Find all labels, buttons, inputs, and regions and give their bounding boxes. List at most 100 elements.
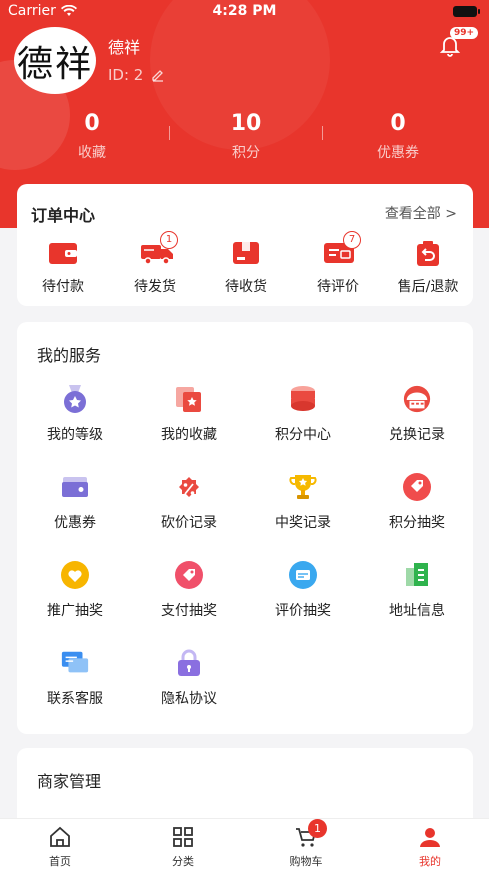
- service-address-info[interactable]: 地址信息: [360, 560, 474, 620]
- order-after-sales[interactable]: 售后/退款: [383, 240, 473, 296]
- service-label: 评价抽奖: [275, 603, 331, 619]
- heart-icon: [60, 560, 90, 590]
- service-customer-support[interactable]: 联系客服: [18, 648, 132, 708]
- service-my-level[interactable]: 我的等级: [18, 384, 132, 444]
- view-all-orders-link[interactable]: 查看全部 >: [385, 203, 457, 223]
- status-bar: Carrier 4:28 PM: [0, 0, 489, 24]
- user-id-row: ID: 2: [108, 66, 165, 84]
- notification-badge: 99+: [450, 27, 479, 39]
- battery-icon: [453, 6, 480, 17]
- service-label: 砍价记录: [161, 515, 217, 531]
- chat-icon: [60, 648, 90, 678]
- tab-home[interactable]: 首页: [20, 825, 100, 869]
- coins-icon: [288, 384, 318, 414]
- service-prize-records[interactable]: 中奖记录: [246, 472, 360, 532]
- service-points-center[interactable]: 积分中心: [246, 384, 360, 444]
- cart-icon: 1: [294, 819, 327, 849]
- notification-button[interactable]: 99+: [438, 27, 479, 59]
- service-label: 地址信息: [389, 603, 445, 619]
- service-label: 积分中心: [275, 427, 331, 443]
- tab-bar: 首页 分类 1 购物车 我的: [0, 818, 489, 875]
- order-label: 待收货: [225, 279, 267, 295]
- stat-label: 积分: [232, 145, 260, 161]
- divider: [169, 126, 170, 140]
- order-label: 待付款: [42, 279, 84, 295]
- my-services-title: 我的服务: [37, 346, 102, 365]
- service-review-lottery[interactable]: 评价抽奖: [246, 560, 360, 620]
- service-exchange-records[interactable]: 兑换记录: [360, 384, 474, 444]
- tab-cart[interactable]: 1 购物车: [266, 819, 346, 869]
- points-lottery-icon: [402, 472, 432, 502]
- service-label: 隐私协议: [161, 691, 217, 707]
- order-label: 售后/退款: [397, 279, 459, 295]
- username: 德祥: [108, 38, 141, 57]
- home-icon: [48, 825, 72, 849]
- order-count-badge: 7: [343, 231, 361, 249]
- lock-icon: [174, 648, 204, 678]
- service-my-favorites[interactable]: 我的收藏: [132, 384, 246, 444]
- order-label: 待发货: [134, 279, 176, 295]
- stat-label: 优惠券: [377, 145, 419, 161]
- tab-label: 购物车: [289, 855, 323, 868]
- favorite-icon: [174, 384, 204, 414]
- stats-row: 0 收藏 10 积分 0 优惠券: [0, 110, 489, 170]
- order-pending-payment[interactable]: 待付款: [18, 240, 108, 296]
- service-label: 支付抽奖: [161, 603, 217, 619]
- coupon-icon: [60, 472, 90, 502]
- cart-badge: 1: [308, 819, 327, 838]
- order-count-badge: 1: [160, 231, 178, 249]
- service-label: 积分抽奖: [389, 515, 445, 531]
- tag-icon: [174, 560, 204, 590]
- order-pending-receipt[interactable]: 待收货: [201, 240, 291, 296]
- order-center-title: 订单中心: [31, 206, 96, 225]
- my-services-card: 我的服务 我的等级 我的收藏 积分中心 兑换记录 优惠券 砍价记录 中奖记录 积…: [17, 322, 473, 734]
- medal-icon: [60, 384, 90, 414]
- service-promotion-lottery[interactable]: 推广抽奖: [18, 560, 132, 620]
- service-coupons[interactable]: 优惠券: [18, 472, 132, 532]
- status-time: 4:28 PM: [212, 3, 277, 19]
- tab-label: 分类: [172, 855, 194, 868]
- order-pending-shipment[interactable]: 1 待发货: [110, 231, 200, 296]
- discount-icon: [174, 472, 204, 502]
- package-icon: [231, 240, 261, 266]
- service-privacy-policy[interactable]: 隐私协议: [132, 648, 246, 708]
- order-pending-review[interactable]: 7 待评价: [293, 231, 383, 296]
- stat-coupons[interactable]: 0 优惠券: [318, 110, 478, 162]
- service-bargain-records[interactable]: 砍价记录: [132, 472, 246, 532]
- truck-icon: 1: [140, 231, 178, 266]
- service-label: 兑换记录: [389, 427, 445, 443]
- service-payment-lottery[interactable]: 支付抽奖: [132, 560, 246, 620]
- stat-label: 收藏: [78, 145, 106, 161]
- wallet-icon: [48, 240, 78, 266]
- service-points-lottery[interactable]: 积分抽奖: [360, 472, 474, 532]
- stat-value: 0: [84, 111, 100, 136]
- service-label: 优惠券: [54, 515, 96, 531]
- tab-label: 首页: [49, 855, 71, 868]
- stat-value: 0: [390, 111, 406, 136]
- order-center-card: 订单中心 查看全部 > 待付款 1 待发货 待收货 7 待评价 售后/退款: [17, 184, 473, 306]
- avatar[interactable]: 德祥: [14, 27, 96, 94]
- stat-favorites[interactable]: 0 收藏: [12, 110, 172, 162]
- user-icon: [418, 825, 442, 849]
- address-icon: [402, 560, 432, 590]
- service-label: 推广抽奖: [47, 603, 103, 619]
- tab-mine[interactable]: 我的: [390, 825, 470, 869]
- stat-value: 10: [230, 111, 262, 136]
- grid-icon: [171, 825, 195, 849]
- stat-points[interactable]: 10 积分: [166, 110, 326, 162]
- divider: [322, 126, 323, 140]
- card-icon: [288, 560, 318, 590]
- order-label: 待评价: [317, 279, 359, 295]
- edit-icon[interactable]: [151, 68, 165, 82]
- tab-category[interactable]: 分类: [143, 825, 223, 869]
- merchant-management-title: 商家管理: [37, 772, 102, 791]
- service-label: 联系客服: [47, 691, 103, 707]
- exchange-icon: [402, 384, 432, 414]
- service-label: 我的收藏: [161, 427, 217, 443]
- tab-label: 我的: [419, 855, 441, 868]
- refund-icon: [413, 240, 443, 266]
- review-icon: 7: [323, 231, 361, 266]
- service-label: 中奖记录: [275, 515, 331, 531]
- service-label: 我的等级: [47, 427, 103, 443]
- trophy-icon: [288, 472, 318, 502]
